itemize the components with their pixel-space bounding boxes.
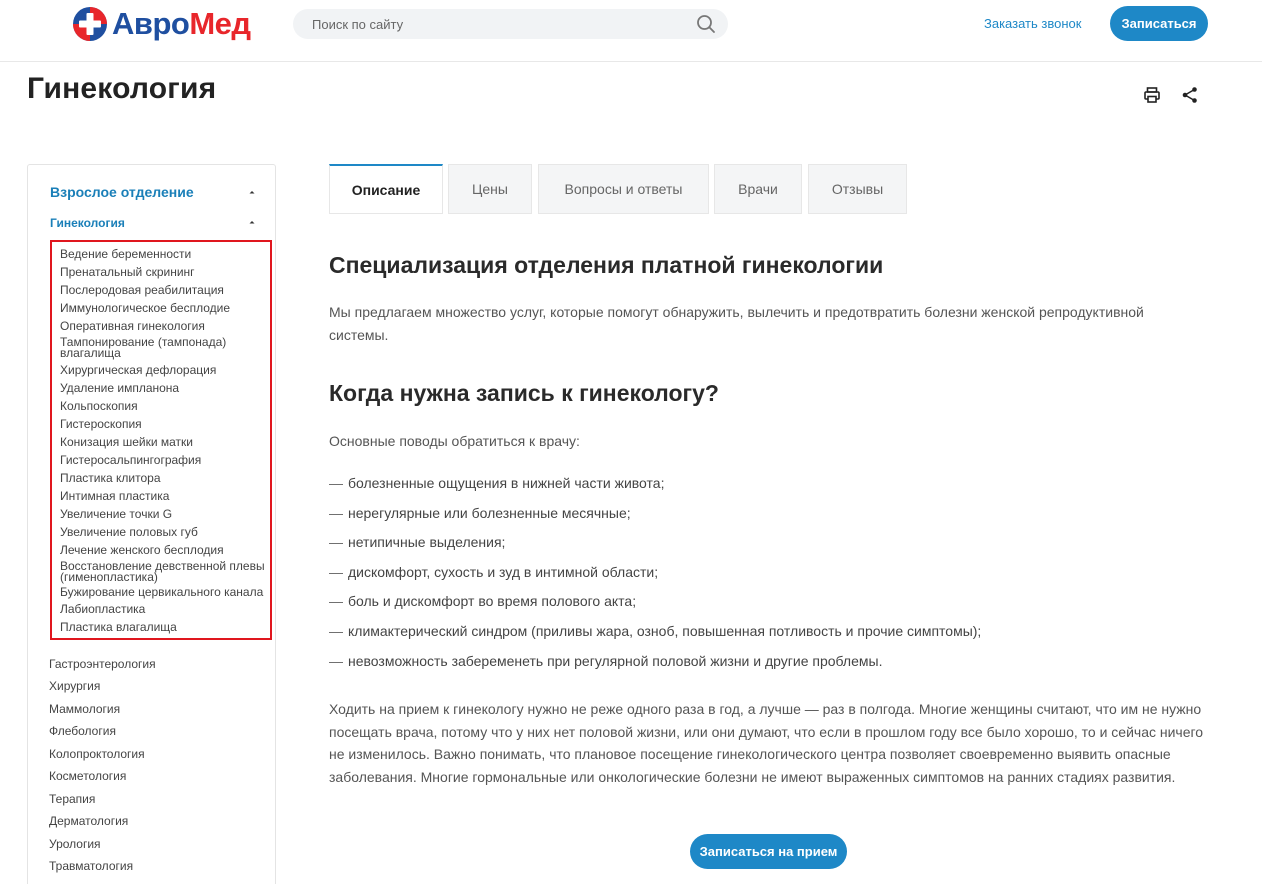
sidebar-item[interactable]: Тампонирование (тампонада) влагалища <box>60 335 270 361</box>
sidebar-item[interactable]: Лабиопластика <box>60 600 270 618</box>
sidebar-item-traumatology[interactable]: Травматология <box>49 859 133 873</box>
sidebar-item[interactable]: Интимная пластика <box>60 487 270 505</box>
sidebar-item-urology[interactable]: Урология <box>49 837 101 851</box>
book-appointment-button[interactable]: Записаться на прием <box>690 834 847 869</box>
section-heading-when-to-visit: Когда нужна запись к гинекологу? <box>329 380 719 406</box>
list-item: — болезненные ощущения в нижней части жив… <box>329 475 665 491</box>
list-item: — нетипичные выделения; <box>329 534 506 551</box>
sidebar-item[interactable]: Пренатальный скрининг <box>60 263 270 281</box>
sidebar-item-cosmetology[interactable]: Косметология <box>49 769 126 783</box>
site-logo[interactable]: АвроМед <box>72 6 251 42</box>
list-item: — нерегулярные или болезненные месячные; <box>329 504 631 521</box>
search-input[interactable] <box>293 9 693 39</box>
tab-doctors[interactable]: Врачи <box>714 164 802 214</box>
gynecology-services-list: Ведение беременности Пренатальный скрини… <box>50 240 272 640</box>
sidebar-item[interactable]: Пластика влагалища <box>60 618 270 636</box>
sidebar-item[interactable]: Бужирование цервикального канала <box>60 585 270 600</box>
sidebar-item[interactable]: Гистероскопия <box>60 415 270 433</box>
sidebar-item-coloproctology[interactable]: Колопроктология <box>49 747 145 761</box>
sidebar-item-gastroenterology[interactable]: Гастроэнтерология <box>49 657 156 671</box>
tab-faq[interactable]: Вопросы и ответы <box>538 164 709 214</box>
sidebar-item-dermatology[interactable]: Дерматология <box>49 814 128 828</box>
order-callback-link[interactable]: Заказать звонок <box>984 16 1081 31</box>
search-icon[interactable] <box>696 14 716 34</box>
sidebar-item[interactable]: Оперативная гинекология <box>60 317 270 335</box>
sidebar-item[interactable]: Гистеросальпингография <box>60 451 270 469</box>
list-item: — боль и дискомфорт во время полового акт… <box>329 593 637 610</box>
signup-button[interactable]: Записаться <box>1110 6 1208 41</box>
sidebar-item[interactable]: Пластика клитора <box>60 469 270 487</box>
section-heading-specialization: Специализация отделения платной гинеколо… <box>329 252 884 278</box>
sidebar-item[interactable]: Послеродовая реабилитация <box>60 281 270 299</box>
sidebar-item[interactable]: Кольпоскопия <box>60 397 270 415</box>
caret-up-icon[interactable] <box>247 187 257 197</box>
tab-description[interactable]: Описание <box>329 164 443 214</box>
sidebar-item[interactable]: Увеличение половых губ <box>60 523 270 541</box>
list-item: — невозможность забеременеть при регулярн… <box>329 652 883 669</box>
logo-text: АвроМед <box>112 6 251 41</box>
sidebar-item[interactable]: Иммунологическое бесплодие <box>60 299 270 317</box>
sidebar-subsection-gynecology[interactable]: Гинекология <box>50 216 125 230</box>
visit-frequency-paragraph: Ходить на прием к гинекологу нужно не ре… <box>329 701 1204 785</box>
sidebar-item-therapy[interactable]: Терапия <box>49 792 95 806</box>
sidebar-item[interactable]: Удаление импланона <box>60 379 270 397</box>
page-title: Гинекология <box>27 72 217 105</box>
intro-paragraph: Мы предлагаем множество услуг, которые п… <box>329 304 1144 343</box>
reasons-intro: Основные поводы обратиться к врачу: <box>329 433 580 449</box>
caret-up-icon[interactable] <box>247 217 257 227</box>
sidebar-section-adult[interactable]: Взрослое отделение <box>50 184 194 200</box>
sidebar-nav: Взрослое отделение Гинекология Ведение б… <box>27 164 276 884</box>
sidebar-item[interactable]: Увеличение точки G <box>60 505 270 523</box>
sidebar-item[interactable]: Конизация шейки матки <box>60 433 270 451</box>
sidebar-item[interactable]: Ведение беременности <box>60 245 270 263</box>
search-box <box>293 9 728 39</box>
logo-cross-icon <box>73 7 107 41</box>
site-header: АвроМед Заказать звонок Записаться <box>0 0 1262 62</box>
print-icon[interactable] <box>1143 86 1161 104</box>
sidebar-item-mammology[interactable]: Маммология <box>49 702 120 716</box>
sidebar-item-surgery[interactable]: Хирургия <box>49 679 100 693</box>
share-icon[interactable] <box>1181 86 1199 104</box>
list-item: — дискомфорт, сухость и зуд в интимной об… <box>329 563 659 580</box>
sidebar-item[interactable]: Восстановление девственной плевы (гимено… <box>60 559 270 585</box>
sidebar-item-phlebology[interactable]: Флебология <box>49 724 116 738</box>
sidebar-item[interactable]: Хирургическая дефлорация <box>60 361 270 379</box>
list-item: — климактерический синдром (приливы жара,… <box>329 623 982 639</box>
tab-prices[interactable]: Цены <box>448 164 532 214</box>
tab-reviews[interactable]: Отзывы <box>808 164 907 214</box>
sidebar-item[interactable]: Лечение женского бесплодия <box>60 541 270 559</box>
